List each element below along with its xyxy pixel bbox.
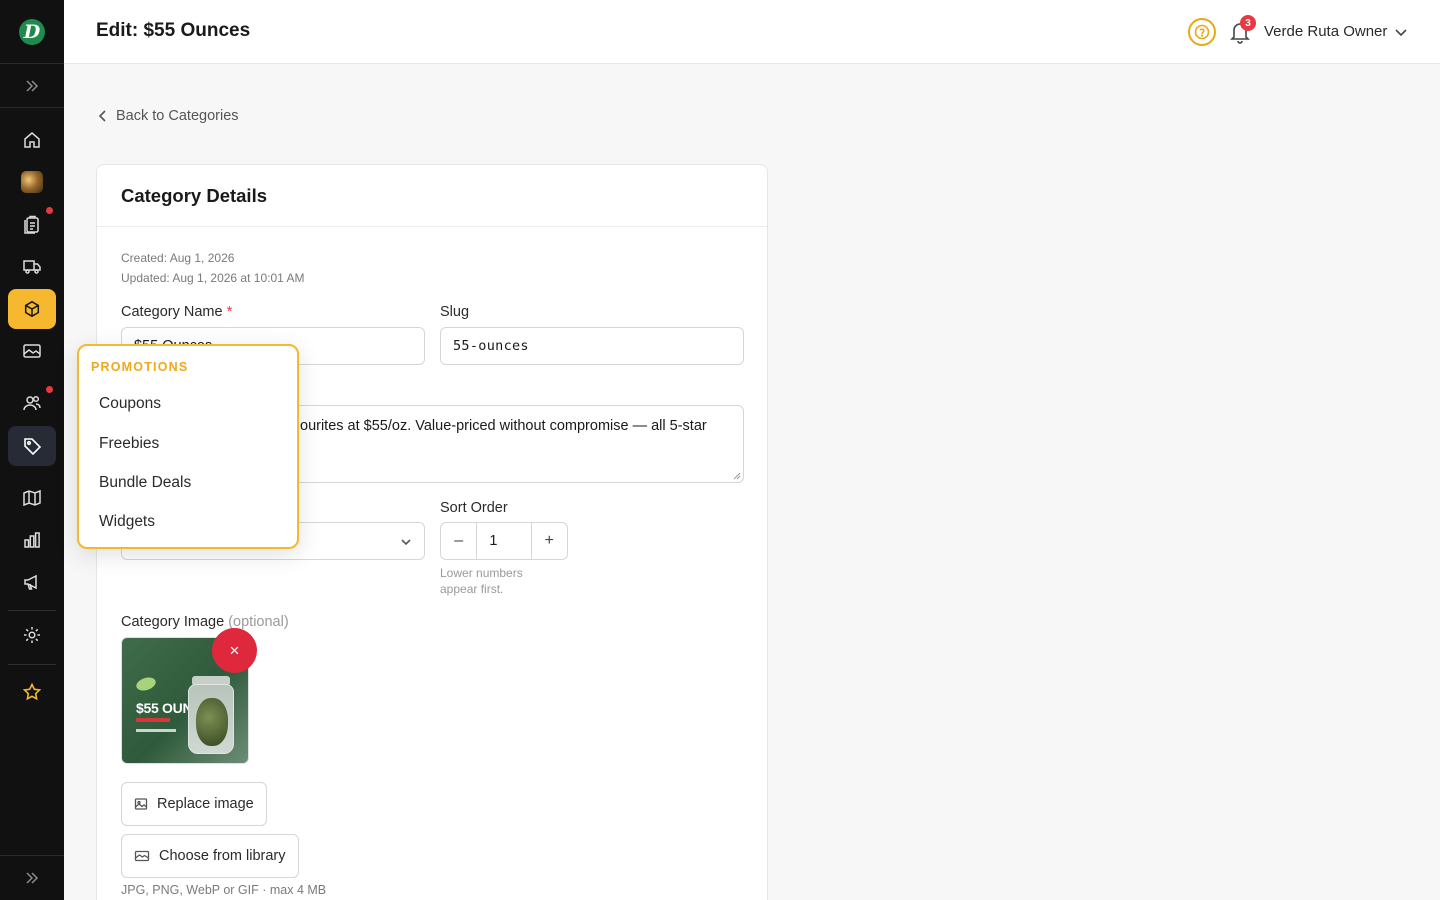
logo[interactable]: D (0, 0, 64, 64)
slug-label: Slug (440, 304, 470, 320)
users-icon (23, 395, 41, 411)
jar-contents (196, 698, 228, 746)
sidebar-item-analytics[interactable] (8, 520, 56, 560)
sort-decrement-button[interactable]: – (441, 523, 476, 559)
sidebar-item-promotions[interactable] (8, 426, 56, 466)
file-type-hint: JPG, PNG, WebP or GIF · max 4 MB (121, 883, 327, 897)
description-visible-text: ourites at $55/oz. Value-priced without … (300, 418, 707, 434)
sidebar-item-media[interactable] (8, 331, 56, 371)
slug-input[interactable]: 55-ounces (440, 327, 744, 365)
map-icon (23, 489, 41, 507)
flyout-item-widgets[interactable]: Widgets (99, 513, 155, 531)
sidebar-item-guides[interactable] (8, 478, 56, 518)
customers-alert-dot (46, 386, 53, 393)
logo-mark: D (19, 18, 45, 45)
sidebar-item-products[interactable] (8, 162, 56, 202)
image-icon (134, 798, 148, 810)
expand-sidebar-button[interactable] (0, 64, 64, 108)
flyout-item-coupons[interactable]: Coupons (99, 395, 161, 413)
star-icon (22, 682, 42, 701)
back-to-categories-link[interactable]: Back to Categories (98, 108, 239, 124)
resize-grip-icon[interactable] (733, 472, 741, 480)
expand-sidebar-bottom-button[interactable] (0, 855, 64, 900)
notification-count-badge: 3 (1240, 15, 1256, 31)
bar-chart-icon (24, 532, 40, 548)
sort-order-input[interactable]: 1 (476, 523, 532, 559)
delivery-truck-icon (23, 260, 41, 274)
image-gallery-icon (23, 344, 41, 358)
brand-badge (134, 675, 158, 693)
choose-from-library-label: Choose from library (159, 848, 286, 864)
updated-date: Updated: Aug 1, 2026 at 10:01 AM (121, 271, 305, 285)
sidebar-divider (8, 664, 56, 665)
image-subline (136, 718, 170, 722)
user-menu-name[interactable]: Verde Ruta Owner (1264, 23, 1387, 40)
card-header: Category Details (97, 165, 767, 227)
page-title: Edit: $55 Ounces (96, 20, 251, 41)
sidebar-item-marketing[interactable] (8, 562, 56, 602)
sidebar-item-favorites[interactable] (8, 672, 56, 712)
megaphone-icon (24, 574, 37, 590)
promotions-flyout-menu: PROMOTIONS Coupons Freebies Bundle Deals… (77, 344, 299, 549)
sidebar-divider (8, 610, 56, 611)
category-image-label: Category Image (optional) (121, 614, 289, 630)
orders-alert-dot (46, 207, 53, 214)
category-image-label-text: Category Image (121, 614, 225, 630)
category-name-label: Category Name * (121, 304, 232, 320)
gear-icon (24, 627, 40, 643)
back-link-label: Back to Categories (116, 108, 239, 124)
double-chevron-right-icon (26, 872, 39, 884)
image-gallery-icon (134, 850, 150, 862)
required-mark: * (226, 304, 233, 320)
created-date: Created: Aug 1, 2026 (121, 251, 235, 265)
home-icon (24, 132, 40, 148)
sort-order-stepper: – 1 + (440, 522, 568, 560)
chevron-down-icon (401, 539, 411, 546)
replace-image-label: Replace image (157, 796, 254, 812)
flyout-item-bundle-deals[interactable]: Bundle Deals (99, 474, 191, 492)
sidebar-item-delivery[interactable] (8, 246, 56, 286)
orders-clipboard-icon (24, 215, 39, 234)
flyout-heading: PROMOTIONS (91, 360, 189, 374)
question-circle-icon (1194, 24, 1210, 40)
help-button[interactable] (1188, 18, 1216, 46)
product-thumbnail-icon (21, 171, 43, 193)
double-chevron-right-icon (26, 79, 39, 92)
flyout-item-freebies[interactable]: Freebies (99, 435, 159, 453)
chevron-left-icon (98, 110, 106, 122)
remove-image-button[interactable]: × (212, 628, 257, 673)
top-bar: Edit: $55 Ounces 3 Verde Ruta Owner (64, 0, 1440, 64)
category-name-label-text: Category Name (121, 304, 223, 320)
image-caption-line (136, 729, 176, 732)
sort-increment-button[interactable]: + (532, 523, 567, 559)
choose-from-library-button[interactable]: Choose from library (121, 834, 299, 878)
box-icon (24, 300, 40, 318)
sort-hint-line2: appear first. (440, 582, 504, 596)
sidebar: D (0, 0, 64, 900)
card-title: Category Details (121, 185, 267, 206)
replace-image-button[interactable]: Replace image (121, 782, 267, 826)
sort-order-label: Sort Order (440, 500, 508, 516)
chevron-down-icon[interactable] (1394, 25, 1408, 39)
sort-hint-line1: Lower numbers (440, 566, 523, 580)
sidebar-item-settings[interactable] (8, 615, 56, 655)
sidebar-item-home[interactable] (8, 120, 56, 160)
tag-icon (24, 438, 42, 456)
sidebar-item-catalog[interactable] (8, 289, 56, 329)
